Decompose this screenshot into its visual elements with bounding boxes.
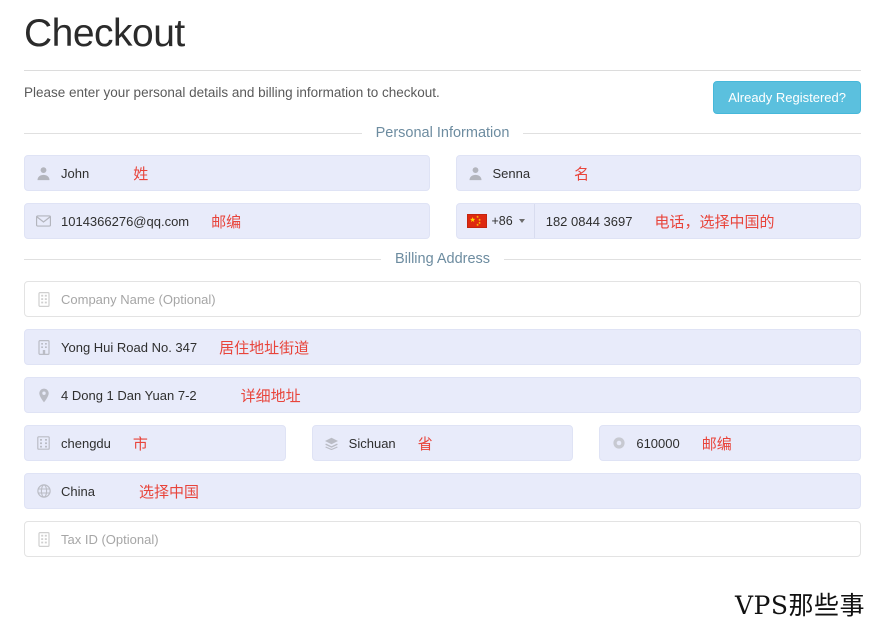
tax-id-field[interactable]: Tax ID (Optional): [24, 521, 861, 557]
first-name-value: John: [61, 165, 90, 181]
country-field[interactable]: China 选择中国: [24, 473, 861, 509]
divider-right: [504, 258, 862, 260]
country-annotation: 选择中国: [138, 482, 199, 501]
address-line1-field[interactable]: Yong Hui Road No. 347 居住地址街道: [24, 329, 861, 365]
address1-row: Yong Hui Road No. 347 居住地址街道: [24, 329, 861, 365]
address-line2-value: 4 Dong 1 Dan Yuan 7-2: [61, 387, 197, 403]
company-col: Company Name (Optional): [24, 281, 861, 317]
already-registered-button[interactable]: Already Registered?: [713, 81, 861, 114]
country-row: China 选择中国: [24, 473, 861, 509]
company-row: Company Name (Optional): [24, 281, 861, 317]
email-value: 1014366276@qq.com: [61, 213, 190, 229]
section-header-billing: Billing Address: [24, 251, 862, 267]
city-annotation: 市: [132, 434, 148, 453]
last-name-value: Senna: [492, 165, 531, 181]
tax-id-placeholder: Tax ID (Optional): [61, 531, 159, 547]
page-title: Checkout: [24, 12, 185, 55]
address-line2-annotation: 详细地址: [240, 386, 301, 405]
building-icon: [35, 291, 52, 308]
zip-code-annotation: 邮编: [701, 434, 732, 453]
user-icon: [467, 165, 484, 182]
email-col: 1014366276@qq.com 邮编: [24, 203, 430, 239]
email-field[interactable]: 1014366276@qq.com 邮编: [24, 203, 430, 239]
company-name-placeholder: Company Name (Optional): [61, 291, 216, 307]
globe-icon: [35, 483, 52, 500]
zip-code-value: 610000: [636, 435, 680, 451]
divider-left: [24, 132, 362, 134]
city-col: chengdu 市: [24, 425, 286, 461]
map-pin-icon: [35, 387, 52, 404]
state-value: Sichuan: [348, 435, 396, 451]
tax-id-row: Tax ID (Optional): [24, 521, 861, 557]
section-label-billing: Billing Address: [394, 251, 491, 267]
divider-right: [523, 132, 862, 134]
address2-col: 4 Dong 1 Dan Yuan 7-2 详细地址: [24, 377, 861, 413]
phone-col: ★ ★ ★ ★ ★ +86 182 0844 3697 电话，选择中国的: [455, 203, 861, 239]
phone-field[interactable]: ★ ★ ★ ★ ★ +86 182 0844 3697 电话，选择中国的: [455, 203, 861, 239]
checkout-page: Checkout Please enter your personal deta…: [0, 0, 885, 626]
subheader-row: Please enter your personal details and b…: [24, 71, 861, 117]
first-name-col: John 姓: [24, 155, 430, 191]
address-line2-field[interactable]: 4 Dong 1 Dan Yuan 7-2 详细地址: [24, 377, 861, 413]
building-icon: [35, 339, 52, 356]
divider-left: [24, 258, 381, 260]
user-icon: [35, 165, 52, 182]
china-flag-icon: ★ ★ ★ ★ ★: [466, 214, 487, 228]
last-name-field[interactable]: Senna 名: [455, 155, 861, 191]
last-name-col: Senna 名: [455, 155, 861, 191]
address1-col: Yong Hui Road No. 347 居住地址街道: [24, 329, 861, 365]
company-name-field[interactable]: Company Name (Optional): [24, 281, 861, 317]
country-col: China 选择中国: [24, 473, 861, 509]
building-icon: [35, 531, 52, 548]
chevron-down-icon: [518, 219, 525, 223]
tax-id-col: Tax ID (Optional): [24, 521, 861, 557]
zip-code-field[interactable]: 610000 邮编: [599, 425, 862, 461]
watermark: VPS那些事: [734, 591, 865, 620]
contact-row: 1014366276@qq.com 邮编 ★ ★ ★ ★ ★ +86 182 0…: [24, 203, 861, 239]
first-name-field[interactable]: John 姓: [24, 155, 430, 191]
address-line1-annotation: 居住地址街道: [219, 338, 310, 357]
country-code-selector[interactable]: ★ ★ ★ ★ ★ +86: [456, 204, 535, 238]
city-state-zip-row: chengdu 市 Sichuan 省 610000 邮编: [24, 425, 862, 461]
country-value: China: [61, 483, 95, 499]
address2-row: 4 Dong 1 Dan Yuan 7-2 详细地址: [24, 377, 861, 413]
email-annotation: 邮编: [211, 212, 242, 231]
dial-code-value: +86: [491, 214, 513, 228]
last-name-annotation: 名: [574, 164, 590, 183]
name-row: John 姓 Senna 名: [24, 155, 861, 191]
zip-col: 610000 邮编: [599, 425, 862, 461]
section-label-personal: Personal Information: [375, 125, 510, 141]
phone-annotation: 电话，选择中国的: [654, 212, 775, 231]
address-line1-value: Yong Hui Road No. 347: [61, 339, 198, 355]
city-value: chengdu: [61, 435, 111, 451]
state-field[interactable]: Sichuan 省: [311, 425, 574, 461]
map-layers-icon: [323, 435, 340, 452]
section-header-personal: Personal Information: [24, 125, 862, 141]
first-name-annotation: 姓: [133, 164, 149, 183]
state-col: Sichuan 省: [311, 425, 574, 461]
envelope-icon: [35, 213, 52, 230]
city-field[interactable]: chengdu 市: [24, 425, 286, 461]
state-annotation: 省: [417, 434, 433, 453]
phone-number-value: 182 0844 3697: [545, 213, 633, 229]
circle-icon: [610, 435, 627, 452]
city-icon: [35, 435, 52, 452]
